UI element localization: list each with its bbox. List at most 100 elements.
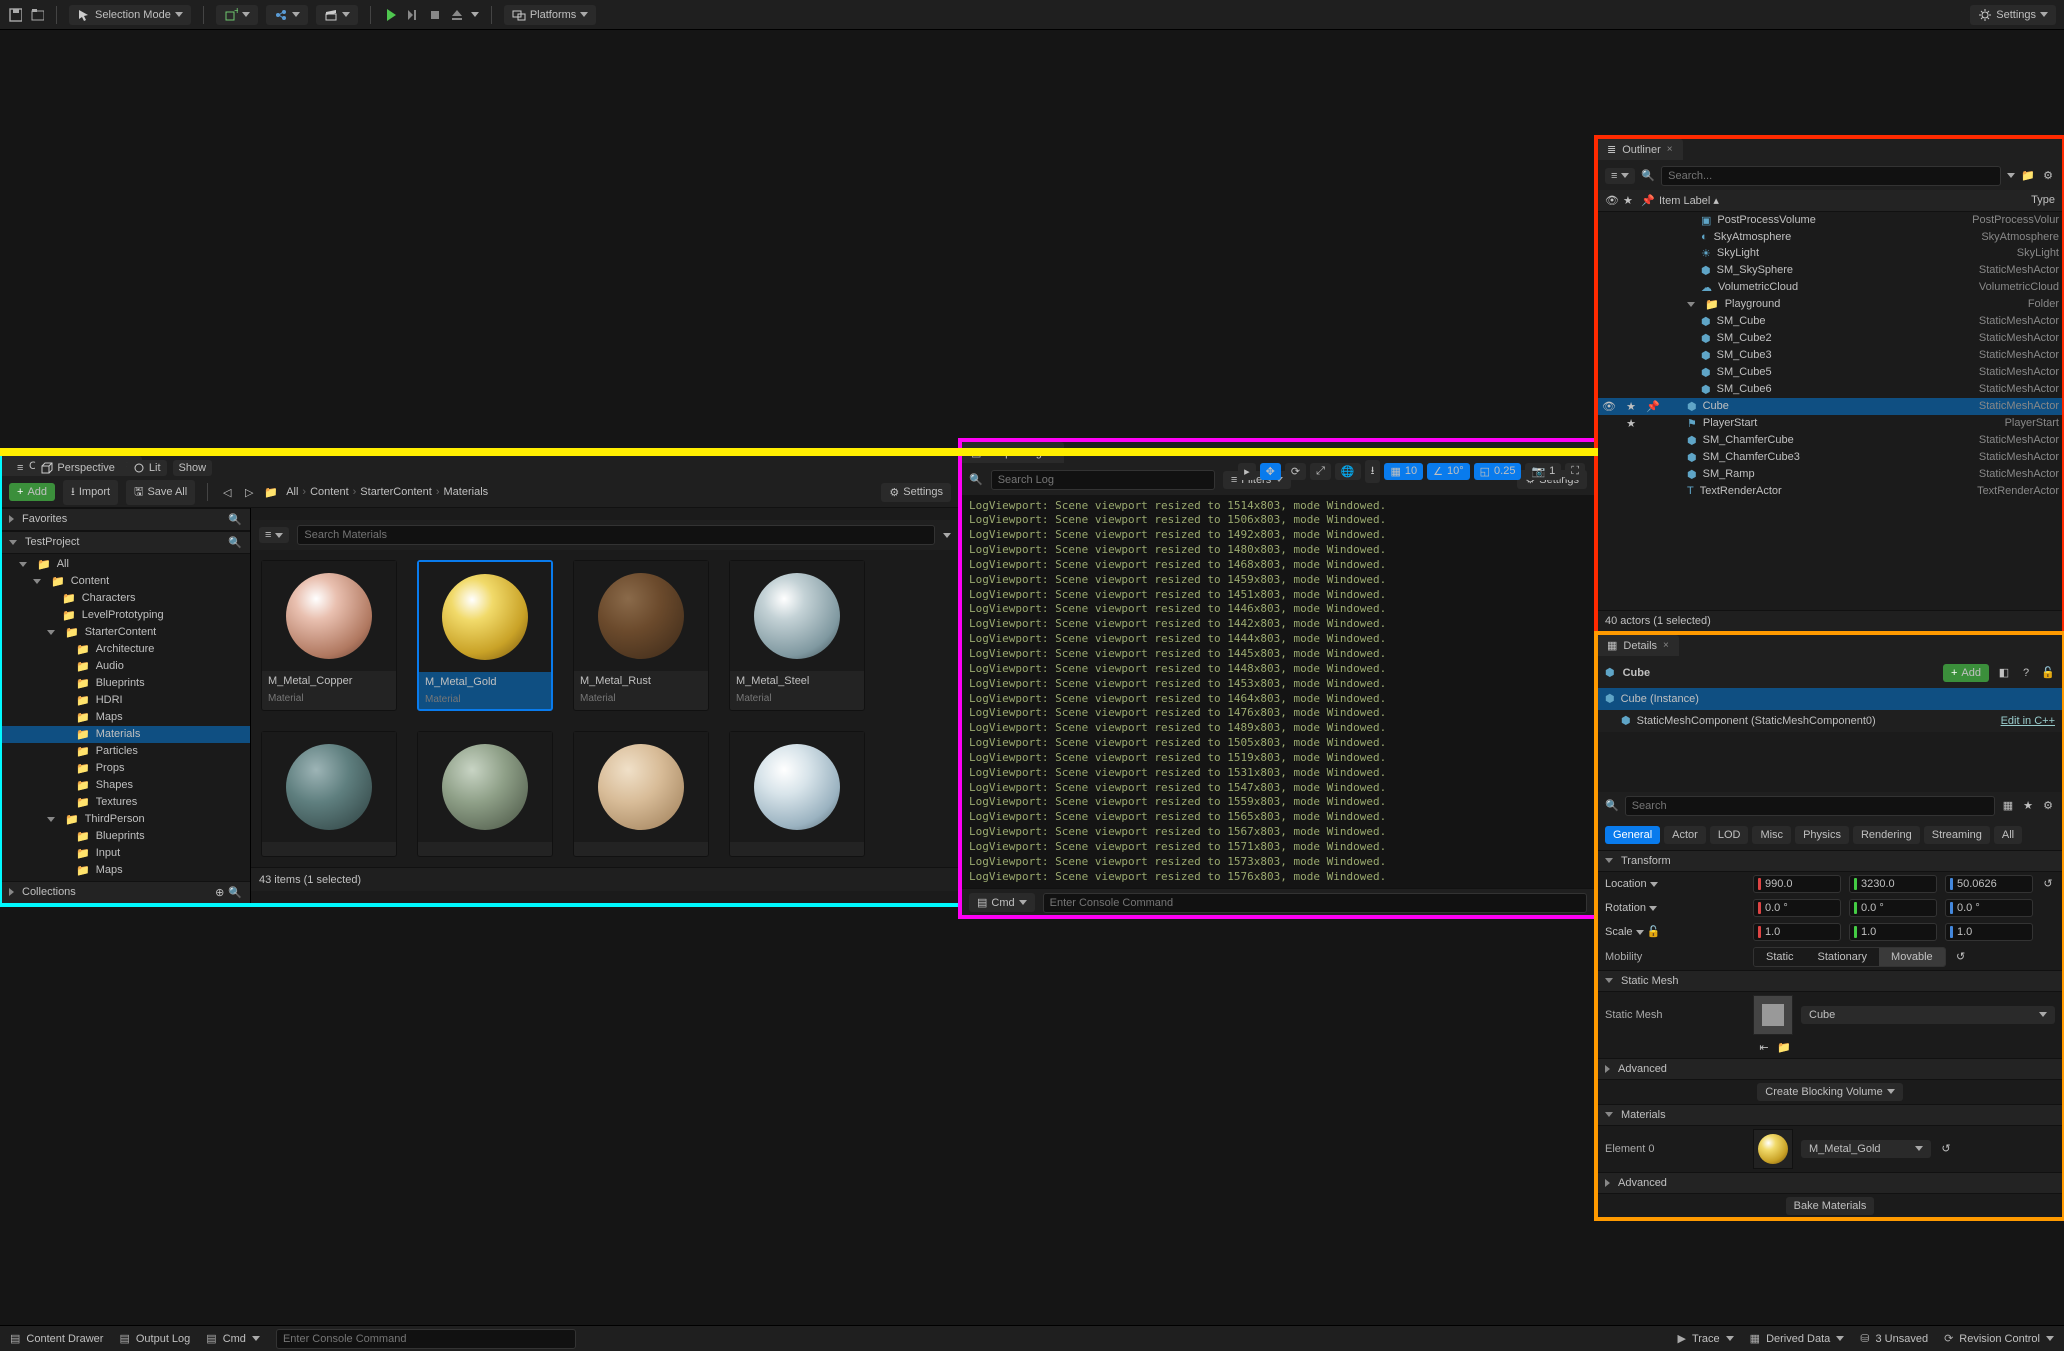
location-x-input[interactable]: 990.0	[1753, 875, 1841, 893]
mobility-static[interactable]: Static	[1754, 948, 1806, 966]
selection-mode-dropdown[interactable]: Selection Mode	[69, 5, 191, 25]
cb-tree-item[interactable]: 📁Blueprints	[1, 675, 250, 692]
cb-collections-header[interactable]: Collections⊕🔍	[1, 881, 250, 904]
cb-tree-item[interactable]: 📁Characters	[1, 590, 250, 607]
settings-dropdown[interactable]: Settings	[1970, 5, 2056, 25]
cb-search-input[interactable]	[297, 525, 935, 545]
item-label-header[interactable]: Item Label ▴	[1659, 194, 1719, 207]
transform-header[interactable]: Transform	[1597, 850, 2063, 872]
cb-tree-item[interactable]: 📁Architecture	[1, 641, 250, 658]
asset-tile[interactable]	[729, 731, 865, 857]
cb-project-header[interactable]: TestProject🔍	[1, 531, 250, 554]
asset-tile[interactable]: M_Metal_RustMaterial	[573, 560, 709, 711]
blueprint-dropdown[interactable]	[266, 5, 308, 25]
viewport[interactable]: ≡ Perspective Lit Show ▸ ✥ ⟳ ⤢ 🌐 ⭳ ▦ 10 …	[0, 451, 1596, 453]
breadcrumb-item[interactable]: Content	[310, 486, 349, 498]
filter-lod[interactable]: LOD	[1710, 826, 1749, 844]
filter-rendering[interactable]: Rendering	[1853, 826, 1920, 844]
reset-icon[interactable]: ↺	[2041, 877, 2055, 891]
cb-tree-item[interactable]: 📁Particles	[1, 743, 250, 760]
outliner-row[interactable]: ★⚑PlayerStartPlayerStart	[1597, 415, 2063, 432]
cb-tree-item[interactable]: 📁Content	[1, 573, 250, 590]
cb-filter-dropdown[interactable]: ≡	[259, 527, 289, 543]
mobility-stationary[interactable]: Stationary	[1806, 948, 1880, 966]
browse-icon[interactable]	[30, 8, 44, 22]
revision-control-dropdown[interactable]: ⟳ Revision Control	[1944, 1332, 2054, 1345]
outliner-row[interactable]: ⬢SM_Cube6StaticMeshActor	[1597, 381, 2063, 398]
details-tab[interactable]: ▦ Details×	[1597, 635, 1679, 656]
breadcrumb-item[interactable]: StarterContent	[360, 486, 432, 498]
outliner-row[interactable]: 📁PlaygroundFolder	[1597, 296, 2063, 313]
edit-in-cpp-link[interactable]: Edit in C++	[2001, 715, 2055, 727]
browse-to-icon[interactable]: 📁	[1777, 1041, 1791, 1055]
coord-space-icon[interactable]: 🌐	[1335, 463, 1361, 480]
search-icon[interactable]: 🔍	[228, 513, 242, 526]
grid-icon[interactable]: ▦	[2001, 799, 2015, 813]
search-icon[interactable]: 🔍	[228, 536, 242, 549]
chevron-down-icon[interactable]	[1650, 882, 1658, 887]
outliner-row[interactable]: ⬢SM_ChamferCube3StaticMeshActor	[1597, 449, 2063, 466]
type-header[interactable]: Type	[2031, 194, 2055, 206]
add-component-button[interactable]: + Add	[1943, 664, 1989, 682]
scale-tool-icon[interactable]: ⤢	[1310, 463, 1331, 480]
add-icon[interactable]: ⊕	[215, 886, 224, 899]
outliner-row[interactable]: ☀SkyLightSkyLight	[1597, 245, 2063, 262]
camera-speed[interactable]: 📷 1	[1525, 463, 1561, 480]
rotation-y-input[interactable]: 0.0 °	[1849, 899, 1937, 917]
rotation-x-input[interactable]: 0.0 °	[1753, 899, 1841, 917]
outliner-row[interactable]: ⬢SM_CubeStaticMeshActor	[1597, 313, 2063, 330]
show-dropdown[interactable]: Show	[173, 460, 213, 476]
outliner-row[interactable]: ▣PostProcessVolumePostProcessVolur	[1597, 212, 2063, 229]
location-y-input[interactable]: 3230.0	[1849, 875, 1937, 893]
visibility-col-icon[interactable]: 👁	[1605, 194, 1623, 207]
asset-tile[interactable]	[261, 731, 397, 857]
scale-x-input[interactable]: 1.0	[1753, 923, 1841, 941]
add-content-dropdown[interactable]: +	[216, 5, 258, 25]
search-icon[interactable]: 🔍	[228, 886, 242, 899]
cinematics-dropdown[interactable]	[316, 5, 358, 25]
history-fwd-icon[interactable]: ▷	[242, 485, 256, 499]
log-cmd-dropdown[interactable]: ▤ Cmd	[969, 893, 1035, 912]
cb-settings-dropdown[interactable]: ⚙ Settings	[881, 483, 951, 502]
mobility-movable[interactable]: Movable	[1879, 948, 1945, 966]
star-icon[interactable]: ★	[2021, 799, 2035, 813]
breadcrumb-item[interactable]: Materials	[444, 486, 489, 498]
asset-tile[interactable]: M_Metal_GoldMaterial	[417, 560, 553, 711]
filter-actor[interactable]: Actor	[1664, 826, 1706, 844]
use-selected-icon[interactable]: ⇤	[1757, 1041, 1771, 1055]
filter-physics[interactable]: Physics	[1795, 826, 1849, 844]
log-search-input[interactable]	[991, 470, 1215, 490]
cmd-dropdown[interactable]: ▤ Cmd	[206, 1332, 260, 1345]
lock-icon[interactable]: 🔓	[2041, 666, 2055, 680]
pin-col-icon[interactable]: ★	[1623, 194, 1641, 207]
translate-tool-icon[interactable]: ✥	[1260, 463, 1281, 480]
cb-tree-item[interactable]: 📁HDRI	[1, 692, 250, 709]
close-icon[interactable]: ×	[1048, 447, 1054, 458]
cb-tree-item[interactable]: 📁StarterContent	[1, 624, 250, 641]
outliner-search-options[interactable]	[2007, 173, 2015, 178]
component-label[interactable]: StaticMeshComponent (StaticMeshComponent…	[1637, 715, 1876, 727]
instance-label[interactable]: Cube (Instance)	[1621, 693, 1699, 705]
lock-icon[interactable]: 🔓	[1647, 926, 1661, 938]
chevron-down-icon[interactable]	[1636, 930, 1644, 935]
help-icon[interactable]: ?	[2019, 666, 2033, 680]
filter-misc[interactable]: Misc	[1752, 826, 1791, 844]
cb-tree-item[interactable]: 📁Shapes	[1, 777, 250, 794]
cb-search-options[interactable]	[943, 533, 951, 538]
stop-icon[interactable]	[427, 8, 441, 22]
outliner-row[interactable]: ⬢SM_Cube5StaticMeshActor	[1597, 364, 2063, 381]
eject-icon[interactable]	[449, 8, 463, 22]
cb-tree-item[interactable]: 📁ThirdPerson	[1, 811, 250, 828]
rotation-z-input[interactable]: 0.0 °	[1945, 899, 2033, 917]
outliner-row[interactable]: ◐SkyAtmosphereSkyAtmosphere	[1597, 229, 2063, 245]
breadcrumb-item[interactable]: All	[286, 486, 298, 498]
materials-header[interactable]: Materials	[1597, 1104, 2063, 1126]
trace-dropdown[interactable]: ▶ Trace	[1677, 1332, 1733, 1345]
blocking-volume-dropdown[interactable]: Create Blocking Volume	[1757, 1083, 1902, 1101]
close-icon[interactable]: ×	[1663, 640, 1669, 651]
skip-icon[interactable]	[405, 8, 419, 22]
bake-materials-button[interactable]: Bake Materials	[1786, 1197, 1875, 1215]
outliner-row[interactable]: ⬢SM_SkySphereStaticMeshActor	[1597, 262, 2063, 279]
asset-tile[interactable]	[573, 731, 709, 857]
outliner-row[interactable]: 👁★📌⬢CubeStaticMeshActor	[1597, 398, 2063, 415]
